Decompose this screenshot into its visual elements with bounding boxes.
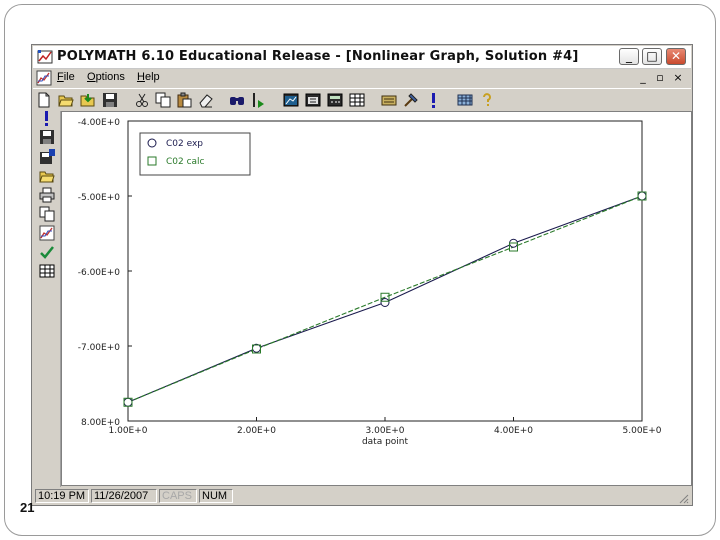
- new-file-icon[interactable]: [36, 92, 52, 108]
- copy-icon[interactable]: [155, 92, 171, 108]
- import-icon[interactable]: [80, 92, 96, 108]
- find-icon[interactable]: [229, 92, 245, 108]
- x-tick-label: 3.00E+0: [366, 426, 405, 436]
- table-icon[interactable]: [349, 92, 365, 108]
- maximize-button[interactable]: □: [642, 48, 662, 65]
- save-icon[interactable]: [39, 129, 55, 145]
- x-tick-label: 4.00E+0: [494, 426, 533, 436]
- x-axis-label: data point: [362, 437, 409, 447]
- mdi-close-button[interactable]: ×: [671, 71, 685, 84]
- x-tick-label: 5.00E+0: [623, 426, 662, 436]
- y-tick-label: -4.00E+0: [78, 118, 121, 128]
- toolbar: [33, 88, 691, 112]
- application-window: POLYMATH 6.10 Educational Release - [Non…: [31, 44, 693, 506]
- data-point-exp: [637, 191, 647, 201]
- menu-options[interactable]: Options: [87, 71, 125, 83]
- graph-icon[interactable]: [39, 225, 55, 241]
- exclamation-icon[interactable]: [425, 92, 441, 108]
- tool-hammer-icon[interactable]: [403, 92, 419, 108]
- menu-bar: File Options Help _ ▫ ×: [33, 69, 691, 87]
- eraser-icon[interactable]: [198, 92, 214, 108]
- table-icon[interactable]: [39, 263, 55, 279]
- legend-marker-exp: [147, 138, 157, 148]
- paste-icon[interactable]: [176, 92, 192, 108]
- open-folder-icon[interactable]: [58, 92, 74, 108]
- status-num: NUM: [199, 489, 233, 503]
- y-tick-label: -7.00E+0: [78, 343, 121, 353]
- save-icon[interactable]: [102, 92, 118, 108]
- minimize-button[interactable]: _: [619, 48, 639, 65]
- graph-document-area: -4.00E+0 -5.00E+0 -6.00E+0 -7.00E+0 8.00E+0 1…: [61, 111, 692, 486]
- x-tick-label: 1.00E+0: [109, 426, 148, 436]
- window-title: POLYMATH 6.10 Educational Release - [Non…: [57, 49, 579, 64]
- save-as-icon[interactable]: [39, 149, 55, 165]
- open-folder-icon[interactable]: [39, 168, 55, 184]
- graph-window-icon[interactable]: [283, 92, 299, 108]
- help-icon[interactable]: [479, 92, 495, 108]
- solve-exclamation-icon[interactable]: [39, 110, 55, 126]
- y-tick-label: -5.00E+0: [78, 193, 121, 203]
- mdi-restore-button[interactable]: ▫: [653, 71, 667, 84]
- mdi-minimize-button[interactable]: _: [636, 71, 650, 84]
- go-to-icon[interactable]: [251, 92, 267, 108]
- menu-help[interactable]: Help: [137, 71, 160, 83]
- polymath-app-icon: [37, 50, 53, 64]
- menu-file[interactable]: File: [57, 71, 75, 83]
- title-bar[interactable]: POLYMATH 6.10 Educational Release - [Non…: [33, 46, 691, 69]
- legend-label: C02 calc: [166, 157, 205, 167]
- left-toolbar: [33, 111, 61, 487]
- keyboard-icon[interactable]: [381, 92, 397, 108]
- legend-label: C02 exp: [166, 139, 203, 149]
- nonlinear-graph-chart: -4.00E+0-5.00E+0-6.00E+0-7.00E+08.00E+01…: [78, 118, 662, 447]
- check-icon[interactable]: [39, 244, 55, 260]
- grid-icon[interactable]: [457, 92, 473, 108]
- document-graph-icon[interactable]: [36, 70, 52, 86]
- resize-grip[interactable]: [677, 492, 689, 504]
- data-point-exp: [123, 397, 133, 407]
- copy-icon[interactable]: [39, 206, 55, 222]
- calculator-icon[interactable]: [327, 92, 343, 108]
- y-tick-label: -6.00E+0: [78, 268, 121, 278]
- cut-icon[interactable]: [134, 92, 150, 108]
- status-time: 10:19 PM: [35, 489, 89, 503]
- status-bar: 10:19 PM 11/26/2007 CAPS NUM: [33, 488, 691, 505]
- status-date: 11/26/2007: [91, 489, 157, 503]
- close-button[interactable]: ✕: [666, 48, 686, 65]
- slide-number: 21: [20, 500, 35, 515]
- print-icon[interactable]: [39, 187, 55, 203]
- solve-window-icon[interactable]: [305, 92, 321, 108]
- x-tick-label: 2.00E+0: [237, 426, 276, 436]
- data-point-exp: [380, 298, 390, 307]
- status-caps: CAPS: [159, 489, 197, 503]
